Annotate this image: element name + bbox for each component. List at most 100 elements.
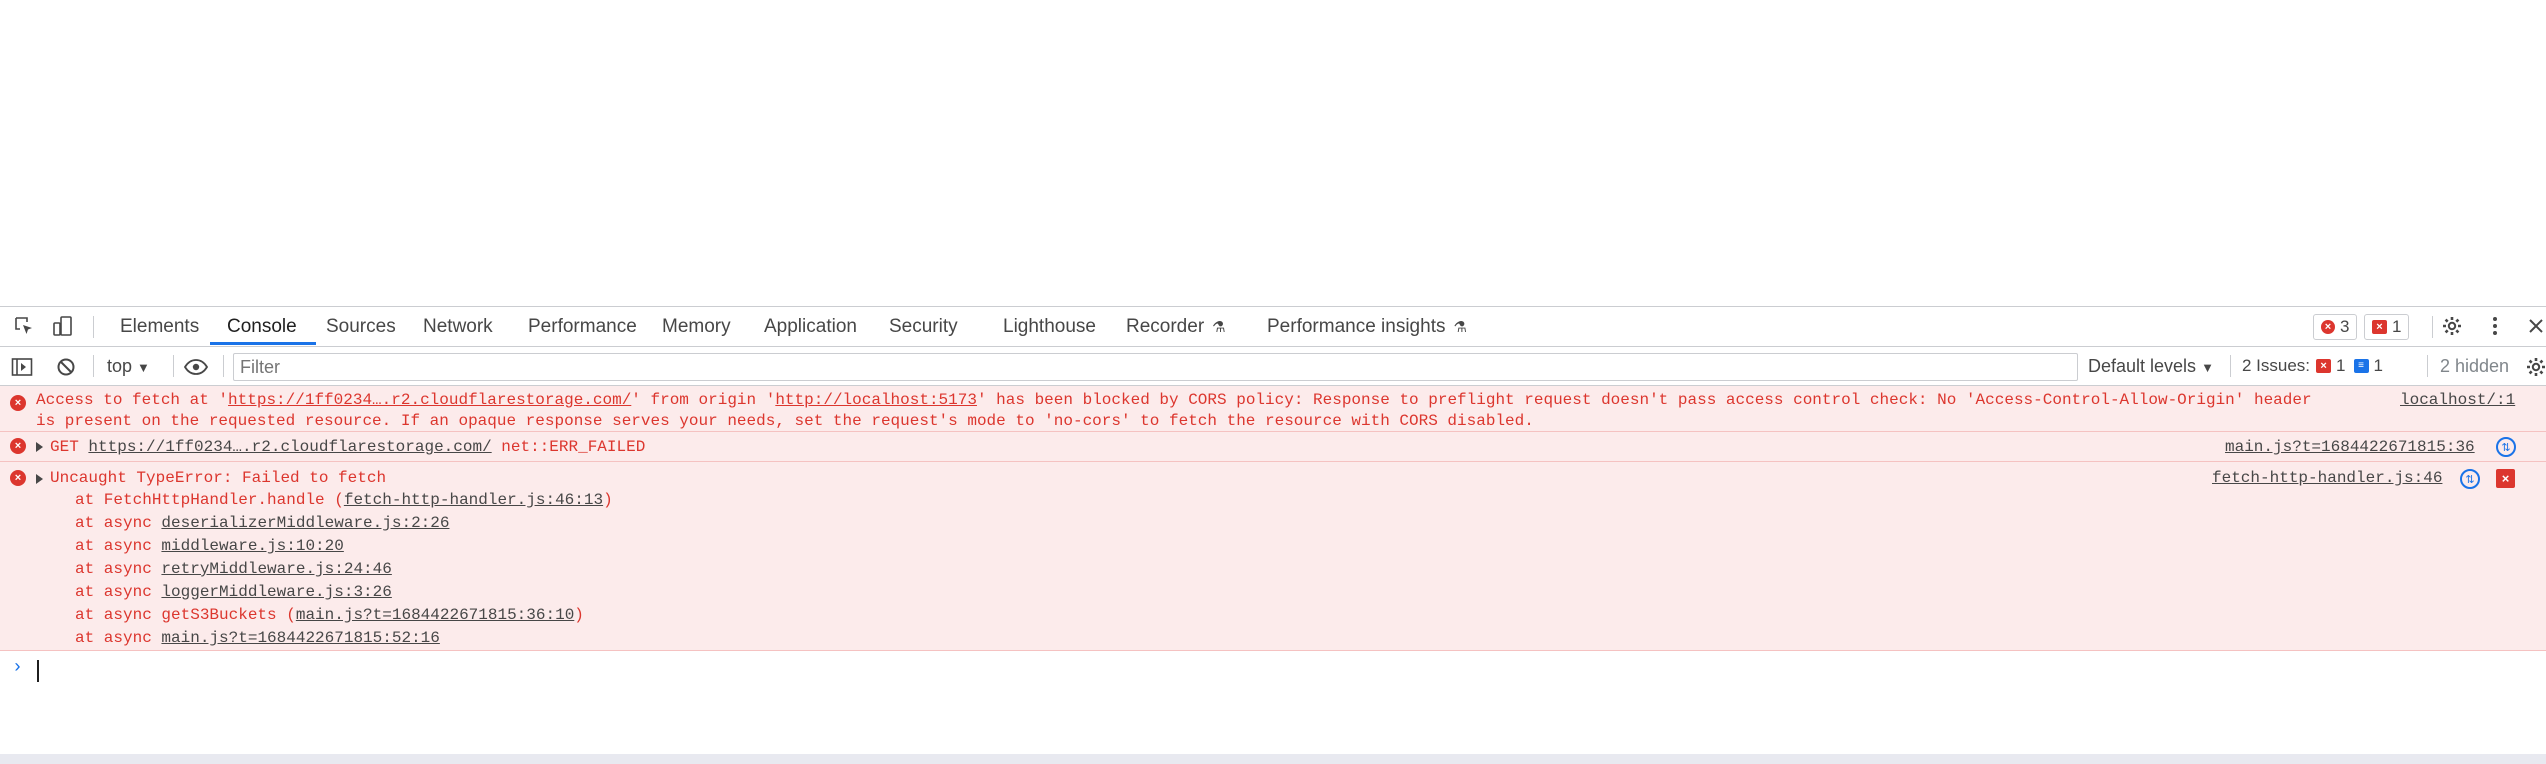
issue-info-icon: ≡ xyxy=(2353,359,2369,373)
hidden-messages-count: 2 hidden xyxy=(2440,356,2510,376)
toolbar-divider xyxy=(93,355,94,377)
expand-arrow-icon[interactable] xyxy=(36,474,43,484)
tab-label: Elements xyxy=(120,316,200,337)
tab-label: Application xyxy=(764,316,857,337)
dropdown-arrow-icon: ▼ xyxy=(2201,360,2214,375)
toolbar-divider xyxy=(2230,355,2231,377)
toolbar-divider xyxy=(173,355,174,377)
message-text-continued: is present on the requested resource. If… xyxy=(36,412,1534,430)
stack-frame-link[interactable]: retryMiddleware.js:24:46 xyxy=(161,560,391,578)
tab-elements[interactable]: Elements xyxy=(120,307,199,346)
device-toolbar-icon[interactable] xyxy=(50,313,76,339)
tab-label: Performance insights xyxy=(1267,316,1446,337)
message-text: Uncaught TypeError: Failed to fetch xyxy=(50,469,387,487)
network-request-icon[interactable]: ⇅ xyxy=(2496,437,2516,457)
console-error-message: × Access to fetch at 'https://1ff0234….r… xyxy=(0,386,2546,432)
error-count: 3 xyxy=(2340,317,2350,336)
tab-lighthouse[interactable]: Lighthouse xyxy=(1003,307,1096,346)
console-error-message: × GET https://1ff0234….r2.cloudflarestor… xyxy=(0,432,2546,462)
tab-label: Lighthouse xyxy=(1003,316,1096,337)
tab-application[interactable]: Application xyxy=(764,307,857,346)
toolbar-divider xyxy=(2432,316,2433,338)
error-icon: × xyxy=(10,395,26,411)
issues-error-count: 1 xyxy=(2336,356,2346,375)
tab-label: Sources xyxy=(326,316,396,337)
stack-frame: at async deserializerMiddleware.js:2:26 xyxy=(75,514,450,532)
error-icon: × xyxy=(2321,320,2335,334)
stack-frame: at async getS3Buckets (main.js?t=1684422… xyxy=(75,606,584,624)
stack-frame: at async retryMiddleware.js:24:46 xyxy=(75,560,392,578)
console-settings-gear-icon[interactable] xyxy=(2523,354,2546,380)
tab-security[interactable]: Security xyxy=(889,307,958,346)
stack-frame-link[interactable]: main.js?t=1684422671815:52:16 xyxy=(161,629,439,647)
inspect-element-icon[interactable] xyxy=(11,313,37,339)
show-sidebar-icon[interactable] xyxy=(9,354,35,380)
stack-frame-link[interactable]: loggerMiddleware.js:3:26 xyxy=(161,583,391,601)
inspected-page-viewport xyxy=(0,0,2546,306)
source-link[interactable]: main.js?t=1684422671815:36 xyxy=(2225,436,2475,458)
experimental-flask-icon: ⚗ xyxy=(1212,319,1226,336)
error-icon: × xyxy=(10,438,26,454)
stack-frame-link[interactable]: deserializerMiddleware.js:2:26 xyxy=(161,514,449,532)
tab-label: Memory xyxy=(662,316,731,337)
tab-console[interactable]: Console xyxy=(227,307,297,346)
stack-frame: at FetchHttpHandler.handle (fetch-http-h… xyxy=(75,491,613,509)
source-link[interactable]: localhost/:1 xyxy=(2400,389,2515,411)
toolbar-divider xyxy=(93,316,94,338)
tab-performance-insights[interactable]: Performance insights ⚗ xyxy=(1267,307,1467,346)
stack-frame-link[interactable]: fetch-http-handler.js:46:13 xyxy=(344,491,603,509)
tab-sources[interactable]: Sources xyxy=(326,307,396,346)
js-context-select[interactable]: top ▼ xyxy=(107,354,150,380)
tab-performance[interactable]: Performance xyxy=(528,307,637,346)
issue-error-icon: × xyxy=(2316,359,2332,373)
expand-arrow-icon[interactable] xyxy=(36,442,43,452)
context-value: top xyxy=(107,356,133,376)
text-caret xyxy=(37,660,39,682)
message-text: Access to fetch at 'https://1ff0234….r2.… xyxy=(36,391,2312,409)
network-request-icon[interactable]: ⇅ xyxy=(2460,469,2480,489)
stack-frame: at async loggerMiddleware.js:3:26 xyxy=(75,583,392,601)
tab-label: Performance xyxy=(528,316,637,337)
stack-frame: at async middleware.js:10:20 xyxy=(75,537,344,555)
active-tab-indicator xyxy=(210,342,316,345)
source-link[interactable]: fetch-http-handler.js:46 xyxy=(2212,467,2442,489)
stack-frame: at async main.js?t=1684422671815:52:16 xyxy=(75,629,440,647)
clear-console-icon[interactable] xyxy=(53,354,79,380)
stack-frame-link[interactable]: middleware.js:10:20 xyxy=(161,537,343,555)
tab-recorder[interactable]: Recorder ⚗ xyxy=(1126,307,1226,346)
window-bottom-edge xyxy=(0,754,2546,764)
tab-label: Security xyxy=(889,316,958,337)
issue-flag-icon: × xyxy=(2372,320,2387,334)
close-devtools-icon[interactable] xyxy=(2523,313,2546,339)
levels-value: Default levels xyxy=(2088,356,2197,376)
log-levels-dropdown[interactable]: Default levels ▼ xyxy=(2088,354,2214,380)
console-filter-input[interactable] xyxy=(233,353,2078,381)
issue-flag-icon[interactable]: × xyxy=(2496,469,2515,488)
request-url-link[interactable]: https://1ff0234….r2.cloudflarestorage.co… xyxy=(228,391,631,409)
console-prompt[interactable]: › xyxy=(0,654,2546,694)
devtools-tabbar: Elements Console Sources Network Perform… xyxy=(0,307,2546,347)
tab-label: Network xyxy=(423,316,493,337)
request-url-link[interactable]: https://1ff0234….r2.cloudflarestorage.co… xyxy=(88,438,491,456)
origin-url-link[interactable]: http://localhost:5173 xyxy=(775,391,977,409)
toolbar-divider xyxy=(223,355,224,377)
devtools-panel: Elements Console Sources Network Perform… xyxy=(0,306,2546,764)
error-count-badge[interactable]: × 3 xyxy=(2313,314,2358,340)
toolbar-divider xyxy=(2427,355,2428,377)
console-error-message: × Uncaught TypeError: Failed to fetch fe… xyxy=(0,462,2546,651)
prompt-chevron-icon: › xyxy=(12,658,23,678)
tab-network[interactable]: Network xyxy=(423,307,493,346)
settings-gear-icon[interactable] xyxy=(2439,313,2465,339)
dropdown-arrow-icon: ▼ xyxy=(137,360,150,375)
stack-frame-link[interactable]: main.js?t=1684422671815:36:10 xyxy=(296,606,574,624)
console-messages: × Access to fetch at 'https://1ff0234….r… xyxy=(0,386,2546,651)
issues-button[interactable]: 2 Issues: × 1 ≡ 1 xyxy=(2242,354,2383,378)
live-expression-eye-icon[interactable] xyxy=(183,354,209,380)
issues-count-badge[interactable]: × 1 xyxy=(2364,314,2410,340)
experimental-flask-icon: ⚗ xyxy=(1453,319,1467,336)
issue-count: 1 xyxy=(2392,317,2402,336)
tab-memory[interactable]: Memory xyxy=(662,307,731,346)
error-icon: × xyxy=(10,470,26,486)
more-options-icon[interactable] xyxy=(2482,313,2508,339)
console-toolbar: top ▼ Default levels ▼ 2 Issues: × 1 ≡ 1 2… xyxy=(0,347,2546,386)
